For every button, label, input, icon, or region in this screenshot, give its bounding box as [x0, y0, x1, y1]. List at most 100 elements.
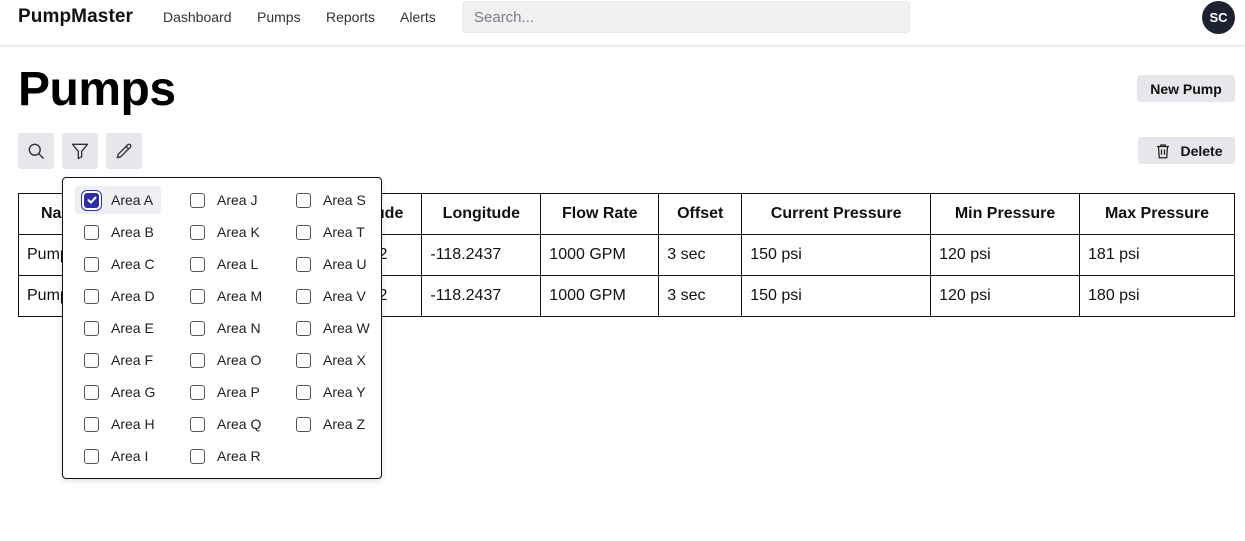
cell-longitude: -118.2437 [421, 234, 542, 276]
trash-icon [1154, 142, 1172, 160]
checkbox[interactable] [190, 192, 205, 208]
nav-pumps[interactable]: Pumps [257, 9, 301, 25]
checkbox[interactable] [296, 224, 311, 240]
nav-reports[interactable]: Reports [326, 9, 375, 25]
page-title: Pumps [18, 63, 176, 116]
checkbox[interactable] [296, 416, 311, 432]
new-pump-button[interactable]: New Pump [1137, 75, 1235, 102]
area-option[interactable]: Area K [181, 218, 267, 246]
checkbox[interactable] [190, 352, 205, 368]
area-option[interactable]: Area V [287, 282, 373, 310]
cell-min-pressure: 120 psi [930, 275, 1081, 317]
checkbox[interactable] [190, 416, 205, 432]
cell-longitude: -118.2437 [421, 275, 542, 317]
area-option-label: Area Y [323, 384, 366, 400]
area-option[interactable]: Area P [181, 378, 267, 406]
area-option[interactable]: Area Q [181, 410, 267, 438]
checkbox[interactable] [190, 448, 205, 464]
checkbox[interactable] [190, 320, 205, 336]
checkbox[interactable] [84, 224, 99, 240]
cell-max-pressure: 180 psi [1079, 275, 1235, 317]
checkbox[interactable] [84, 448, 99, 464]
area-option[interactable]: Area E [75, 314, 161, 342]
checkbox[interactable] [84, 320, 99, 336]
area-option[interactable]: Area G [75, 378, 161, 406]
area-option-label: Area M [217, 288, 263, 304]
col-current-pressure-header[interactable]: Current Pressure [741, 193, 932, 235]
checkbox[interactable] [296, 192, 311, 208]
area-option[interactable]: Area A [75, 186, 161, 214]
col-longitude-header[interactable]: Longitude [421, 193, 542, 235]
checkbox[interactable] [296, 256, 311, 272]
area-option[interactable]: Area R [181, 442, 267, 470]
area-option[interactable]: Area O [181, 346, 267, 374]
cell-offset: 3 sec [658, 234, 743, 276]
checkbox[interactable] [296, 352, 311, 368]
delete-button[interactable]: Delete [1138, 137, 1235, 164]
area-option[interactable]: Area M [181, 282, 267, 310]
area-option-label: Area J [217, 192, 258, 208]
area-option[interactable]: Area H [75, 410, 161, 438]
area-option[interactable]: Area J [181, 186, 267, 214]
checkbox[interactable] [296, 384, 311, 400]
col-min-pressure-header[interactable]: Min Pressure [930, 193, 1081, 235]
edit-button[interactable] [106, 133, 142, 169]
search-icon [28, 143, 45, 160]
area-option-label: Area G [111, 384, 156, 400]
avatar[interactable]: SC [1202, 1, 1235, 34]
brand-logo[interactable]: PumpMaster [18, 6, 133, 28]
checkbox[interactable] [296, 288, 311, 304]
search-button[interactable] [18, 133, 54, 169]
checkbox-checked[interactable] [84, 192, 99, 208]
delete-button-label: Delete [1180, 142, 1223, 159]
area-option[interactable]: Area B [75, 218, 161, 246]
area-option[interactable]: Area I [75, 442, 161, 470]
checkbox[interactable] [190, 288, 205, 304]
area-option[interactable]: Area D [75, 282, 161, 310]
area-option[interactable]: Area X [287, 346, 373, 374]
area-option-label: Area R [217, 448, 261, 464]
area-option-label: Area N [217, 320, 261, 336]
area-option-label: Area U [323, 256, 367, 272]
area-option-label: Area L [217, 256, 259, 272]
checkbox[interactable] [84, 256, 99, 272]
checkbox[interactable] [190, 224, 205, 240]
search-input[interactable] [462, 1, 910, 33]
area-option[interactable]: Area U [287, 250, 373, 278]
checkbox[interactable] [84, 416, 99, 432]
area-option-label: Area E [111, 320, 154, 336]
checkbox[interactable] [84, 352, 99, 368]
area-option[interactable]: Area F [75, 346, 161, 374]
area-option-label: Area H [111, 416, 155, 432]
cell-flow-rate: 1000 GPM [540, 234, 660, 276]
area-option[interactable]: Area Y [287, 378, 373, 406]
area-option[interactable]: Area Z [287, 410, 373, 438]
checkbox[interactable] [84, 384, 99, 400]
checkbox[interactable] [190, 384, 205, 400]
col-max-pressure-header[interactable]: Max Pressure [1079, 193, 1235, 235]
checkbox[interactable] [190, 256, 205, 272]
area-option-label: Area A [111, 192, 154, 208]
checkbox[interactable] [296, 320, 311, 336]
area-option-label: Area B [111, 224, 154, 240]
area-option[interactable]: Area T [287, 218, 373, 246]
area-option[interactable]: Area N [181, 314, 267, 342]
area-option[interactable]: Area L [181, 250, 267, 278]
area-option-label: Area V [323, 288, 366, 304]
nav-dashboard[interactable]: Dashboard [163, 9, 232, 25]
area-option-label: Area C [111, 256, 155, 272]
area-option[interactable]: Area W [287, 314, 373, 342]
area-option-label: Area T [323, 224, 365, 240]
cell-current-pressure: 150 psi [741, 275, 932, 317]
area-option-label: Area S [323, 192, 366, 208]
area-option[interactable]: Area S [287, 186, 373, 214]
filter-icon [71, 143, 89, 160]
area-option[interactable]: Area C [75, 250, 161, 278]
col-flow-rate-header[interactable]: Flow Rate [540, 193, 660, 235]
nav-alerts[interactable]: Alerts [400, 9, 436, 25]
area-option-label: Area K [217, 224, 260, 240]
filter-button[interactable] [62, 133, 98, 169]
checkbox[interactable] [84, 288, 99, 304]
top-navbar: PumpMaster Dashboard Pumps Reports Alert… [0, 0, 1245, 46]
col-offset-header[interactable]: Offset [658, 193, 743, 235]
